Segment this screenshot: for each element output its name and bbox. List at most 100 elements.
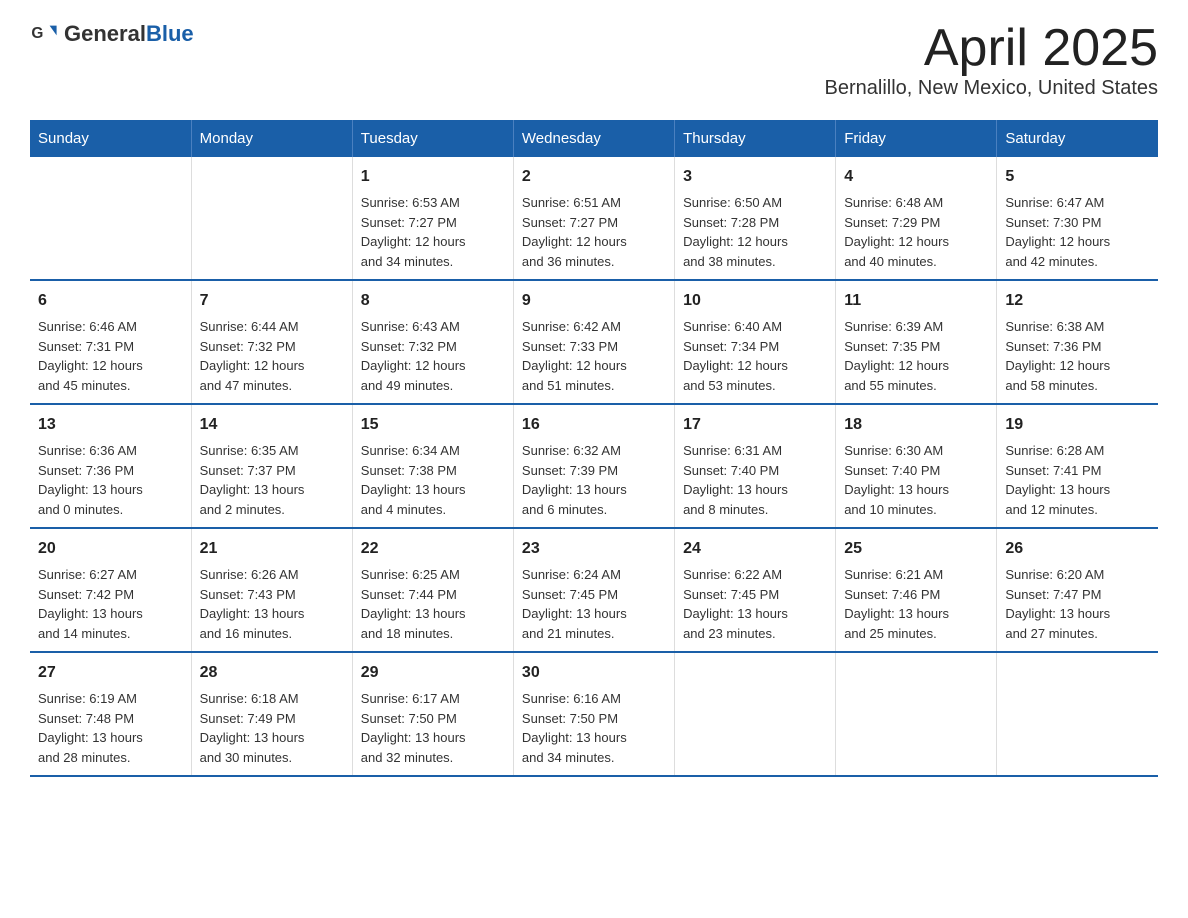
day-number: 11 bbox=[844, 289, 988, 313]
day-info: Sunrise: 6:39 AM Sunset: 7:35 PM Dayligh… bbox=[844, 317, 988, 395]
svg-text:G: G bbox=[31, 25, 43, 42]
day-number: 8 bbox=[361, 289, 505, 313]
day-info: Sunrise: 6:25 AM Sunset: 7:44 PM Dayligh… bbox=[361, 565, 505, 643]
day-number: 5 bbox=[1005, 165, 1150, 189]
calendar-cell: 4Sunrise: 6:48 AM Sunset: 7:29 PM Daylig… bbox=[836, 157, 997, 280]
calendar-table: SundayMondayTuesdayWednesdayThursdayFrid… bbox=[30, 120, 1158, 777]
calendar-cell: 25Sunrise: 6:21 AM Sunset: 7:46 PM Dayli… bbox=[836, 528, 997, 652]
logo-text: GeneralBlue bbox=[64, 21, 194, 47]
day-info: Sunrise: 6:24 AM Sunset: 7:45 PM Dayligh… bbox=[522, 565, 666, 643]
calendar-header-row: SundayMondayTuesdayWednesdayThursdayFrid… bbox=[30, 120, 1158, 157]
calendar-cell: 16 Sunrise: 6:32 AM Sunset: 7:39 PM Dayli… bbox=[513, 404, 674, 528]
calendar-cell: 15 Sunrise: 6:34 AM Sunset: 7:38 PM Dayli… bbox=[352, 404, 513, 528]
calendar-cell: 24Sunrise: 6:22 AM Sunset: 7:45 PM Dayli… bbox=[675, 528, 836, 652]
calendar-cell: 26 Sunrise: 6:20 AM Sunset: 7:47 PM Dayli… bbox=[997, 528, 1158, 652]
calendar-cell: 18Sunrise: 6:30 AM Sunset: 7:40 PM Dayli… bbox=[836, 404, 997, 528]
calendar-subtitle: Bernalillo, New Mexico, United States bbox=[825, 77, 1158, 100]
day-info: Sunrise: 6:30 AM Sunset: 7:40 PM Dayligh… bbox=[844, 441, 988, 519]
day-info: Sunrise: 6:42 AM Sunset: 7:33 PM Dayligh… bbox=[522, 317, 666, 395]
day-info: Sunrise: 6:51 AM Sunset: 7:27 PM Dayligh… bbox=[522, 193, 666, 271]
day-info: Sunrise: 6:35 AM Sunset: 7:37 PM Dayligh… bbox=[200, 441, 344, 519]
day-number: 30 bbox=[522, 661, 666, 685]
day-info: Sunrise: 6:34 AM Sunset: 7:38 PM Dayligh… bbox=[361, 441, 505, 519]
day-number: 22 bbox=[361, 537, 505, 561]
logo: G GeneralBlue bbox=[30, 20, 194, 48]
day-info: Sunrise: 6:27 AM Sunset: 7:42 PM Dayligh… bbox=[38, 565, 183, 643]
week-row-5: 27 Sunrise: 6:19 AM Sunset: 7:48 PM Dayli… bbox=[30, 652, 1158, 776]
day-number: 14 bbox=[200, 413, 344, 437]
day-info: Sunrise: 6:43 AM Sunset: 7:32 PM Dayligh… bbox=[361, 317, 505, 395]
day-header-friday: Friday bbox=[836, 120, 997, 157]
day-info: Sunrise: 6:19 AM Sunset: 7:48 PM Dayligh… bbox=[38, 689, 183, 767]
day-info: Sunrise: 6:22 AM Sunset: 7:45 PM Dayligh… bbox=[683, 565, 827, 643]
calendar-cell: 14 Sunrise: 6:35 AM Sunset: 7:37 PM Dayli… bbox=[191, 404, 352, 528]
logo-icon: G bbox=[30, 20, 58, 48]
day-number: 2 bbox=[522, 165, 666, 189]
calendar-cell bbox=[997, 652, 1158, 776]
day-number: 1 bbox=[361, 165, 505, 189]
calendar-cell: 28Sunrise: 6:18 AM Sunset: 7:49 PM Dayli… bbox=[191, 652, 352, 776]
calendar-cell: 27 Sunrise: 6:19 AM Sunset: 7:48 PM Dayli… bbox=[30, 652, 191, 776]
calendar-cell bbox=[30, 157, 191, 280]
day-info: Sunrise: 6:21 AM Sunset: 7:46 PM Dayligh… bbox=[844, 565, 988, 643]
day-number: 26 bbox=[1005, 537, 1150, 561]
logo-blue: Blue bbox=[146, 21, 194, 46]
day-number: 28 bbox=[200, 661, 344, 685]
day-number: 27 bbox=[38, 661, 183, 685]
day-header-tuesday: Tuesday bbox=[352, 120, 513, 157]
day-header-wednesday: Wednesday bbox=[513, 120, 674, 157]
day-number: 17 bbox=[683, 413, 827, 437]
day-info: Sunrise: 6:17 AM Sunset: 7:50 PM Dayligh… bbox=[361, 689, 505, 767]
day-header-monday: Monday bbox=[191, 120, 352, 157]
calendar-cell: 10Sunrise: 6:40 AM Sunset: 7:34 PM Dayli… bbox=[675, 280, 836, 404]
calendar-cell: 3Sunrise: 6:50 AM Sunset: 7:28 PM Daylig… bbox=[675, 157, 836, 280]
day-number: 15 bbox=[361, 413, 505, 437]
calendar-cell: 21 Sunrise: 6:26 AM Sunset: 7:43 PM Dayli… bbox=[191, 528, 352, 652]
day-number: 23 bbox=[522, 537, 666, 561]
day-info: Sunrise: 6:38 AM Sunset: 7:36 PM Dayligh… bbox=[1005, 317, 1150, 395]
day-number: 6 bbox=[38, 289, 183, 313]
week-row-4: 20 Sunrise: 6:27 AM Sunset: 7:42 PM Dayli… bbox=[30, 528, 1158, 652]
day-header-sunday: Sunday bbox=[30, 120, 191, 157]
calendar-cell: 30Sunrise: 6:16 AM Sunset: 7:50 PM Dayli… bbox=[513, 652, 674, 776]
day-info: Sunrise: 6:32 AM Sunset: 7:39 PM Dayligh… bbox=[522, 441, 666, 519]
calendar-cell: 20 Sunrise: 6:27 AM Sunset: 7:42 PM Dayli… bbox=[30, 528, 191, 652]
day-info: Sunrise: 6:44 AM Sunset: 7:32 PM Dayligh… bbox=[200, 317, 344, 395]
calendar-cell bbox=[836, 652, 997, 776]
day-number: 3 bbox=[683, 165, 827, 189]
day-number: 29 bbox=[361, 661, 505, 685]
day-info: Sunrise: 6:47 AM Sunset: 7:30 PM Dayligh… bbox=[1005, 193, 1150, 271]
calendar-cell: 13Sunrise: 6:36 AM Sunset: 7:36 PM Dayli… bbox=[30, 404, 191, 528]
calendar-cell: 22 Sunrise: 6:25 AM Sunset: 7:44 PM Dayli… bbox=[352, 528, 513, 652]
calendar-cell: 7 Sunrise: 6:44 AM Sunset: 7:32 PM Daylig… bbox=[191, 280, 352, 404]
day-info: Sunrise: 6:46 AM Sunset: 7:31 PM Dayligh… bbox=[38, 317, 183, 395]
calendar-cell: 19Sunrise: 6:28 AM Sunset: 7:41 PM Dayli… bbox=[997, 404, 1158, 528]
day-info: Sunrise: 6:26 AM Sunset: 7:43 PM Dayligh… bbox=[200, 565, 344, 643]
day-header-thursday: Thursday bbox=[675, 120, 836, 157]
day-header-saturday: Saturday bbox=[997, 120, 1158, 157]
day-number: 10 bbox=[683, 289, 827, 313]
calendar-cell: 17 Sunrise: 6:31 AM Sunset: 7:40 PM Dayli… bbox=[675, 404, 836, 528]
day-number: 21 bbox=[200, 537, 344, 561]
calendar-cell: 1 Sunrise: 6:53 AM Sunset: 7:27 PM Daylig… bbox=[352, 157, 513, 280]
calendar-cell: 11 Sunrise: 6:39 AM Sunset: 7:35 PM Dayli… bbox=[836, 280, 997, 404]
calendar-cell: 8 Sunrise: 6:43 AM Sunset: 7:32 PM Daylig… bbox=[352, 280, 513, 404]
day-number: 9 bbox=[522, 289, 666, 313]
day-number: 16 bbox=[522, 413, 666, 437]
calendar-cell: 2 Sunrise: 6:51 AM Sunset: 7:27 PM Daylig… bbox=[513, 157, 674, 280]
title-block: April 2025 Bernalillo, New Mexico, Unite… bbox=[825, 20, 1158, 100]
day-info: Sunrise: 6:31 AM Sunset: 7:40 PM Dayligh… bbox=[683, 441, 827, 519]
week-row-2: 6 Sunrise: 6:46 AM Sunset: 7:31 PM Daylig… bbox=[30, 280, 1158, 404]
calendar-cell: 23 Sunrise: 6:24 AM Sunset: 7:45 PM Dayli… bbox=[513, 528, 674, 652]
day-number: 20 bbox=[38, 537, 183, 561]
calendar-title: April 2025 bbox=[825, 20, 1158, 77]
week-row-1: 1 Sunrise: 6:53 AM Sunset: 7:27 PM Daylig… bbox=[30, 157, 1158, 280]
day-number: 7 bbox=[200, 289, 344, 313]
day-info: Sunrise: 6:28 AM Sunset: 7:41 PM Dayligh… bbox=[1005, 441, 1150, 519]
calendar-cell bbox=[675, 652, 836, 776]
day-number: 12 bbox=[1005, 289, 1150, 313]
calendar-cell: 5 Sunrise: 6:47 AM Sunset: 7:30 PM Daylig… bbox=[997, 157, 1158, 280]
day-info: Sunrise: 6:36 AM Sunset: 7:36 PM Dayligh… bbox=[38, 441, 183, 519]
day-info: Sunrise: 6:20 AM Sunset: 7:47 PM Dayligh… bbox=[1005, 565, 1150, 643]
day-info: Sunrise: 6:53 AM Sunset: 7:27 PM Dayligh… bbox=[361, 193, 505, 271]
